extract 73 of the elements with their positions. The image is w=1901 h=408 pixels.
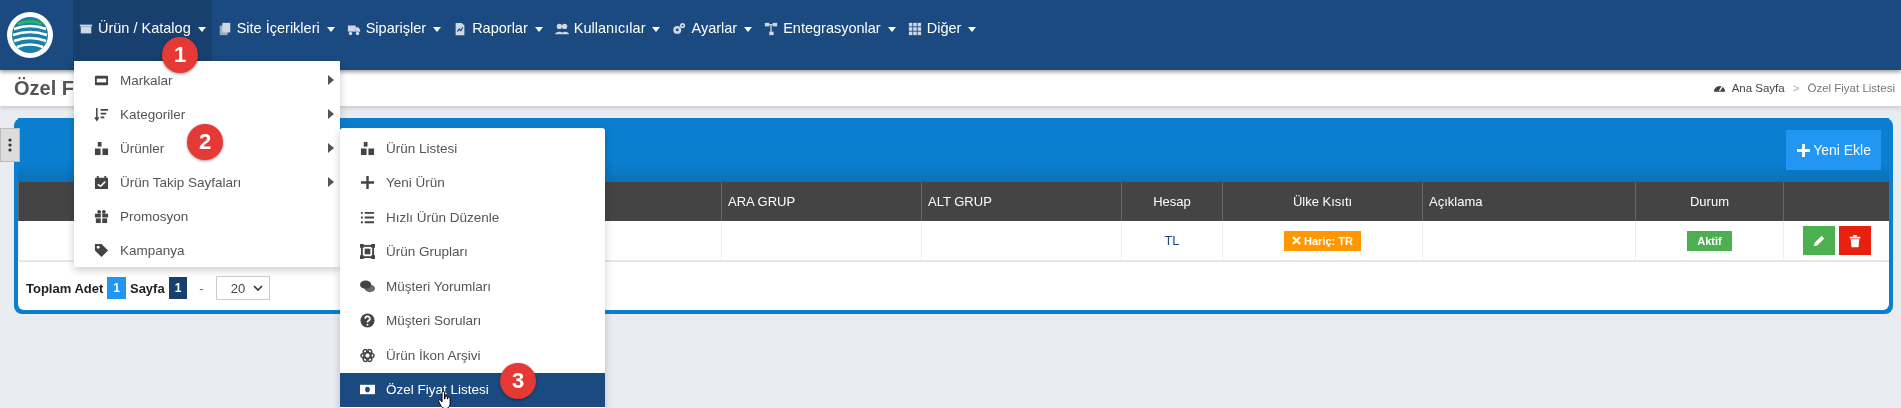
sidebar-toggle-button[interactable] [0, 128, 20, 162]
nav-menu-item[interactable]: Raporlar [447, 0, 549, 70]
nav-menu-item[interactable]: Diğer [901, 0, 983, 70]
sitemap-icon [764, 22, 779, 36]
boxes-icon [360, 140, 375, 156]
caret-icon [433, 27, 442, 32]
column-header: Ülke Kısıtı [1222, 182, 1423, 221]
caret-icon [968, 27, 977, 32]
caret-icon [652, 27, 661, 32]
delete-button[interactable] [1838, 226, 1871, 255]
column-header: ALT GRUP [921, 182, 1122, 221]
pencil-icon [1811, 233, 1826, 248]
page-number[interactable]: 1 [168, 277, 188, 299]
nav-menu-item[interactable]: Ayarlar [666, 0, 759, 70]
column-header: Açıklama [1422, 182, 1636, 221]
column-header: Durum [1635, 182, 1784, 221]
menu-item[interactable]: Ürünler [94, 140, 165, 156]
chevron-down-icon [252, 285, 263, 291]
menu-item[interactable]: Kampanya [94, 242, 185, 258]
total-label: Toplam Adet [26, 280, 104, 296]
caret-icon [887, 27, 896, 32]
submenu-item[interactable]: Müşteri Yorumları [340, 269, 605, 304]
more-icon [8, 138, 12, 152]
box-icon [79, 22, 93, 36]
submenu-item[interactable]: Ürün Listesi [340, 131, 605, 166]
submenu-item[interactable]: Müşteri Soruları [340, 303, 605, 338]
submenu-item[interactable]: Hızlı Ürün Düzenle [340, 200, 605, 235]
nav-menu-item[interactable]: Siparişler [340, 0, 448, 70]
gift-icon [94, 208, 109, 224]
question-icon [360, 313, 375, 329]
page-label: Sayfa [129, 280, 165, 296]
close-icon [1292, 236, 1302, 245]
menu-item[interactable]: Markalar [94, 72, 173, 88]
atom-icon [360, 347, 375, 363]
submenu-item[interactable]: Yeni Ürün [340, 165, 605, 200]
boxes-icon [94, 140, 109, 156]
plus-icon [1796, 142, 1812, 158]
submenu-item[interactable]: Ürün Grupları [340, 234, 605, 269]
breadcrumb-separator: > [1791, 82, 1801, 94]
grid-icon [907, 22, 922, 36]
menu-item[interactable]: Ürün Takip Sayfaları [94, 174, 242, 190]
table-cell: TL [1121, 221, 1223, 261]
users-icon [554, 22, 569, 36]
caret-icon [534, 27, 543, 32]
breadcrumb-link[interactable]: Ana Sayfa [1731, 82, 1785, 94]
sort-icon [94, 106, 109, 122]
menu-item[interactable]: Kategoriler [94, 106, 186, 122]
caret-icon [744, 27, 753, 32]
page-title: Özel F [14, 76, 74, 100]
page-size-select[interactable]: 20 [215, 276, 270, 300]
copy-icon [217, 22, 232, 36]
gears-icon [672, 22, 687, 36]
list-icon [360, 209, 375, 225]
trash-icon [1847, 233, 1862, 248]
plus-icon [360, 175, 375, 191]
caret-icon [197, 27, 206, 32]
tags-icon [94, 242, 109, 258]
nav-menu-item[interactable]: Site İçerikleri [211, 0, 341, 70]
nav-menu-item[interactable]: Entegrasyonlar [758, 0, 902, 70]
logo-icon[interactable] [7, 12, 53, 58]
edit-button[interactable] [1802, 226, 1835, 255]
menu-item[interactable]: Promosyon [94, 208, 189, 224]
object-group-icon [360, 244, 375, 260]
separator-text: - [199, 280, 204, 296]
restriction-badge: Hariç: TR [1284, 230, 1361, 251]
calendar-check-icon [94, 174, 109, 190]
column-header: Hesap [1121, 182, 1223, 221]
status-badge: Aktif [1687, 230, 1732, 251]
total-count: 1 [107, 277, 126, 299]
caret-icon [326, 27, 335, 32]
column-header: ARA GRUP [721, 182, 922, 221]
comments-icon [360, 278, 375, 294]
nav-menu-item[interactable]: Kullanıcılar [548, 0, 667, 70]
